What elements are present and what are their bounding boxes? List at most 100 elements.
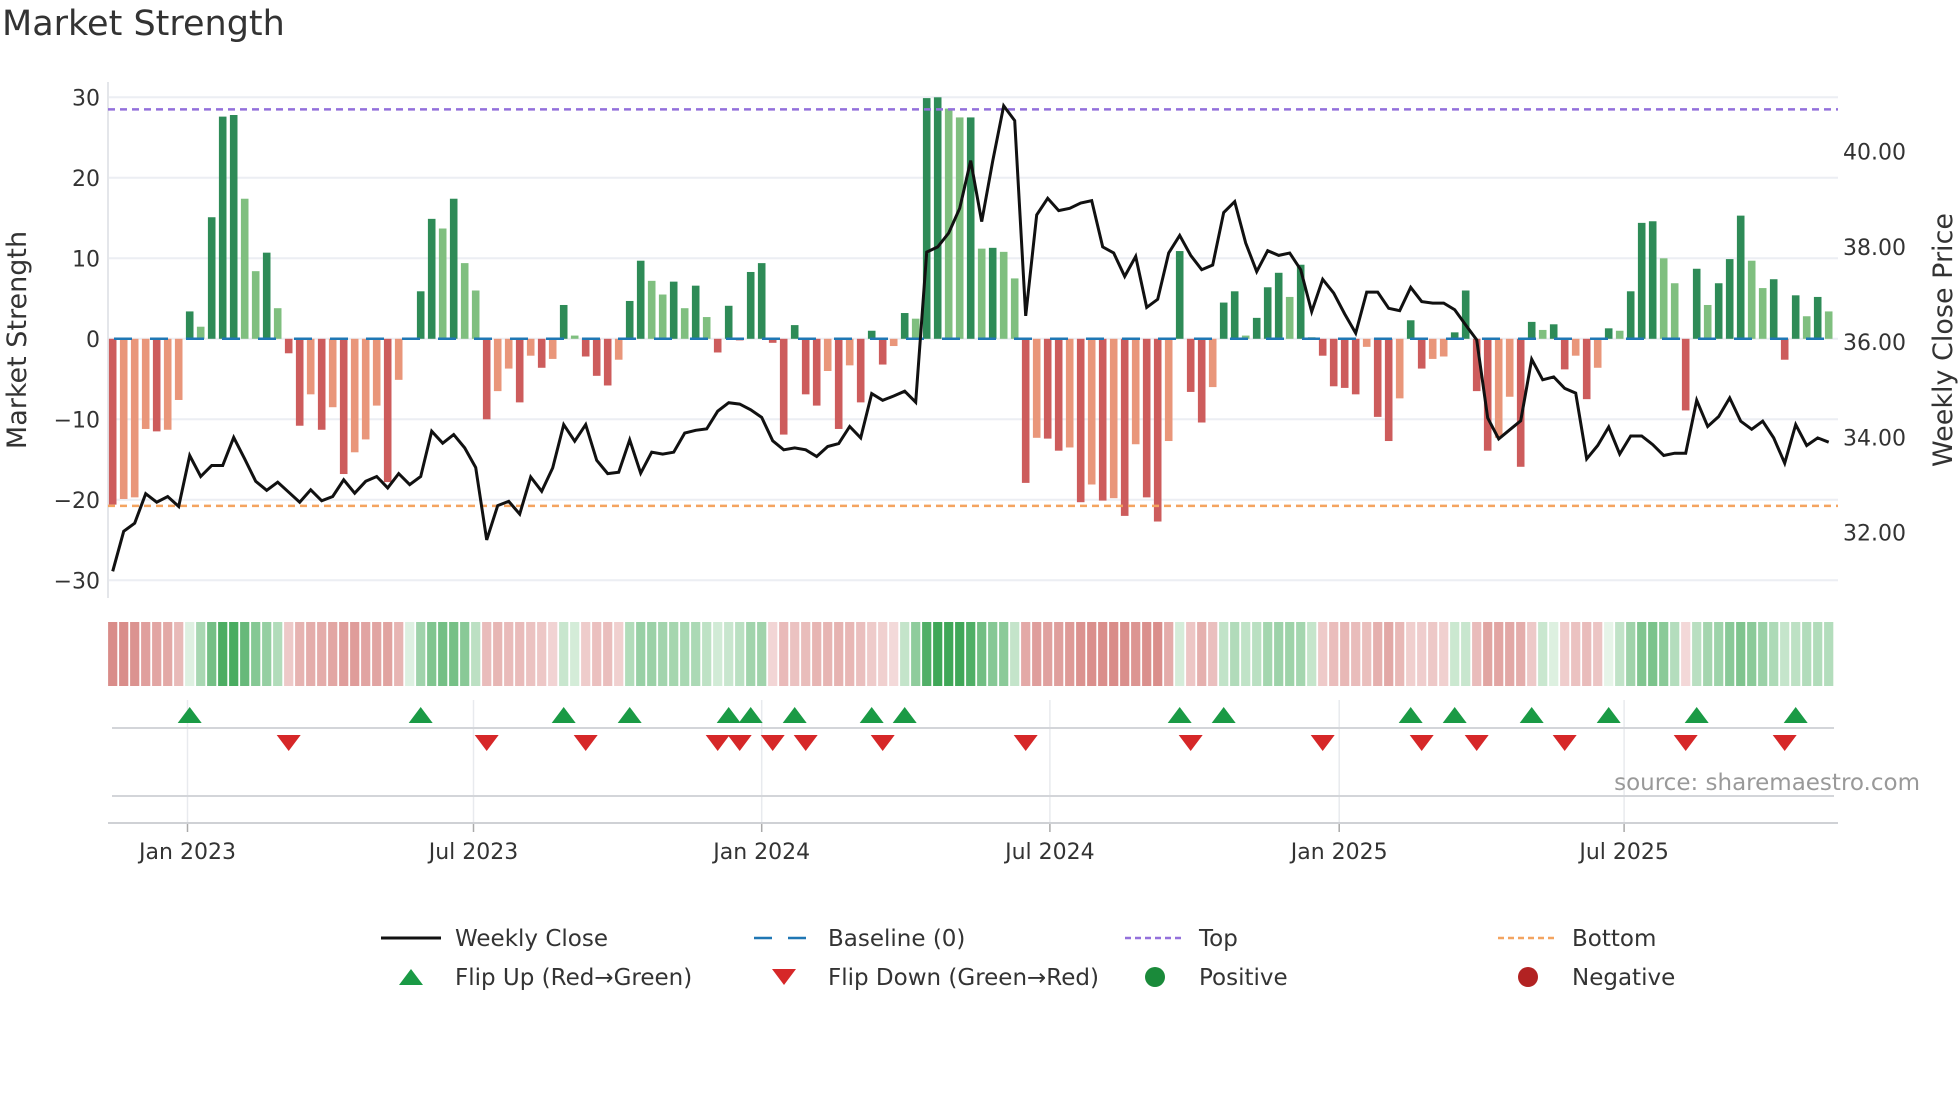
flip-down-marker xyxy=(1310,735,1335,751)
strength-bar xyxy=(361,338,370,440)
heat-strip-cell xyxy=(482,622,492,686)
heat-strip-cell xyxy=(339,622,349,686)
heat-strip-cell xyxy=(1692,622,1702,686)
strength-bar xyxy=(570,335,579,339)
heat-strip-cell xyxy=(1505,622,1515,686)
strength-bar xyxy=(1417,338,1426,369)
strength-bar xyxy=(207,217,216,339)
heat-strip-cell xyxy=(614,622,624,686)
x-tick-label: Jan 2025 xyxy=(1289,840,1388,865)
strength-bar xyxy=(1285,296,1294,339)
heat-strip-cell xyxy=(823,622,833,686)
strength-bar xyxy=(658,294,667,339)
heat-strip-cell xyxy=(163,622,173,686)
heat-strip-cell xyxy=(581,622,591,686)
heat-strip-cell xyxy=(1791,622,1801,686)
strength-bar xyxy=(603,338,612,386)
flip-up-marker xyxy=(551,707,576,723)
strength-bar xyxy=(141,338,150,429)
strength-bar xyxy=(988,247,997,339)
heat-strip-cell xyxy=(372,622,382,686)
strength-bar xyxy=(1648,221,1657,339)
strength-bar xyxy=(1208,338,1217,388)
flip-up-marker xyxy=(1596,707,1621,723)
strength-bar xyxy=(911,318,920,339)
heat-strip-cell xyxy=(1054,622,1064,686)
strength-bar xyxy=(185,311,194,339)
strength-bar xyxy=(713,338,722,353)
strength-bar xyxy=(1615,330,1624,339)
heat-strip-cell xyxy=(174,622,184,686)
heat-strip-cell xyxy=(658,622,668,686)
heat-strip-cell xyxy=(1626,622,1636,686)
strength-bar xyxy=(790,325,799,339)
strength-bar xyxy=(1329,338,1338,387)
heat-strip-cell xyxy=(427,622,437,686)
heat-strip-cell xyxy=(537,622,547,686)
strength-bar xyxy=(1681,338,1690,411)
heat-strip-cell xyxy=(1802,622,1812,686)
heat-strip-cell xyxy=(1527,622,1537,686)
heat-strip-cell xyxy=(1659,622,1669,686)
strength-bar xyxy=(1637,222,1646,339)
strength-bar xyxy=(823,338,832,371)
flip-up-marker xyxy=(617,707,642,723)
y-tick-label: −10 xyxy=(54,408,100,433)
heat-strip-cell xyxy=(1571,622,1581,686)
strength-bar xyxy=(1494,338,1503,438)
heat-strip-cell xyxy=(1076,622,1086,686)
strength-bar xyxy=(1604,328,1613,339)
strength-bar xyxy=(669,281,678,339)
heat-strip-cell xyxy=(130,622,140,686)
strength-bar xyxy=(581,338,590,357)
strength-bar xyxy=(152,338,161,432)
strength-bar xyxy=(438,228,447,339)
strength-bar xyxy=(306,338,315,395)
heat-strip-cell xyxy=(1010,622,1020,686)
strength-bar xyxy=(1538,329,1547,339)
strength-bar xyxy=(955,117,964,339)
heat-strip-cell xyxy=(1483,622,1493,686)
x-tick-label: Jul 2025 xyxy=(1577,840,1669,865)
heat-strip-cell xyxy=(779,622,789,686)
heat-strip-cell xyxy=(1747,622,1757,686)
strength-bar xyxy=(1824,311,1833,339)
strength-bar xyxy=(218,116,227,339)
strength-bar xyxy=(1549,324,1558,339)
source-label: source: sharemaestro.com xyxy=(1614,770,1920,796)
heat-strip-cell xyxy=(394,622,404,686)
heat-strip-cell xyxy=(845,622,855,686)
heat-strip-cell xyxy=(1516,622,1526,686)
strength-bar xyxy=(1758,288,1767,339)
strength-bar xyxy=(1263,287,1272,339)
y2-tick-label: 40.00 xyxy=(1843,141,1906,166)
strength-bar xyxy=(680,308,689,339)
strength-bar xyxy=(273,308,282,339)
strength-bar xyxy=(724,305,733,339)
heat-strip-cell xyxy=(889,622,899,686)
strength-bar xyxy=(339,338,348,475)
heat-strip-cell xyxy=(1450,622,1460,686)
heat-strip-cell xyxy=(449,622,459,686)
strength-bar xyxy=(372,338,381,406)
strength-bar xyxy=(1769,279,1778,339)
strength-bar xyxy=(174,338,183,400)
heat-strip-cell xyxy=(1230,622,1240,686)
heat-strip-cell xyxy=(1296,622,1306,686)
strength-bar xyxy=(350,338,359,453)
heat-strip-cell xyxy=(1406,622,1416,686)
strength-bar xyxy=(779,338,788,435)
flip-down-marker xyxy=(1409,735,1434,751)
heat-strip-cell xyxy=(955,622,965,686)
heat-strip-cell xyxy=(812,622,822,686)
heat-strip-cell xyxy=(1197,622,1207,686)
x-tick-label: Jan 2024 xyxy=(711,840,810,865)
strength-bar xyxy=(900,313,909,339)
strength-bar xyxy=(801,338,810,395)
strength-bar xyxy=(526,338,535,356)
strength-bar xyxy=(537,338,546,368)
strength-bar xyxy=(482,338,491,420)
flip-up-marker xyxy=(892,707,917,723)
strength-bar xyxy=(1571,338,1580,356)
heat-strip-cell xyxy=(1340,622,1350,686)
